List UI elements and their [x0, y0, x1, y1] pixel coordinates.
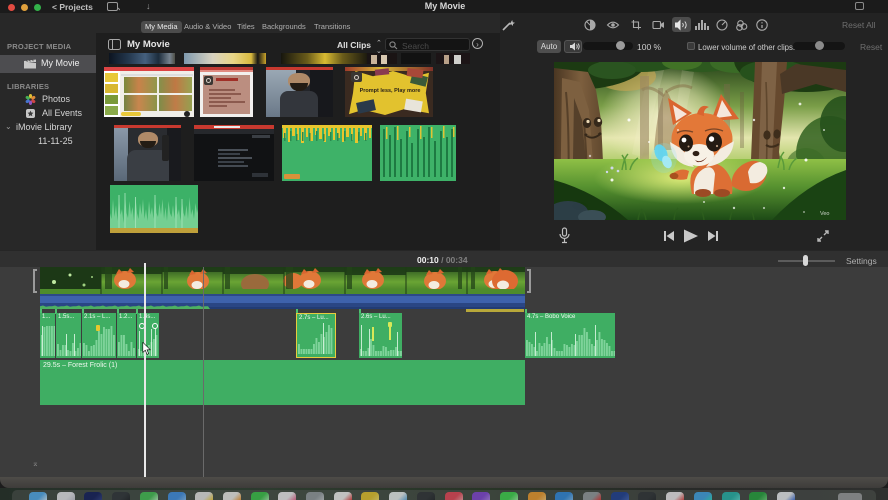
svg-text:Veo: Veo: [820, 211, 829, 217]
